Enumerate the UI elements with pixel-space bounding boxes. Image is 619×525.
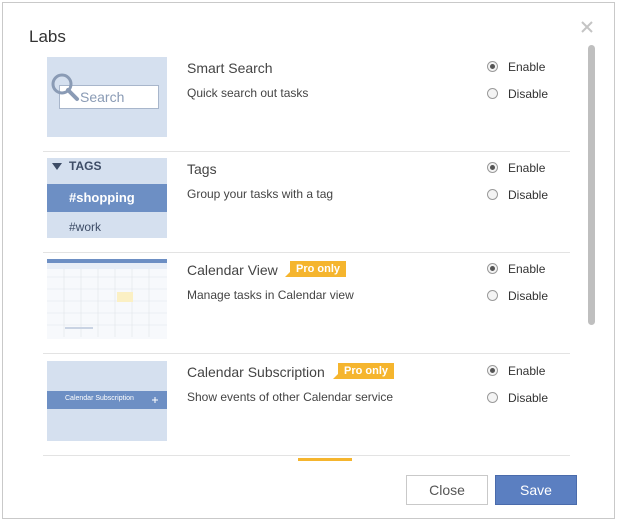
feature-row-smart-search: Search Smart Search Quick search out tas… <box>43 51 570 152</box>
thumb-tag-selected-label: #shopping <box>69 190 135 205</box>
feature-name: Calendar Subscription <box>187 364 325 380</box>
enable-label: Enable <box>508 161 546 175</box>
feature-description: Show events of other Calendar service <box>187 390 394 404</box>
feature-description: Manage tasks in Calendar view <box>187 288 354 302</box>
feature-description: Quick search out tasks <box>187 86 309 100</box>
calendar-view-thumbnail <box>47 259 167 339</box>
enable-label: Enable <box>508 60 546 74</box>
plus-icon <box>152 397 158 403</box>
pro-only-badge: Pro only <box>332 363 395 379</box>
disable-radio[interactable] <box>487 392 498 403</box>
disable-label: Disable <box>508 289 549 303</box>
feature-description: Group your tasks with a tag <box>187 187 334 201</box>
smart-search-thumbnail: Search <box>47 57 167 137</box>
disable-label: Disable <box>508 391 549 405</box>
dialog-title: Labs <box>29 27 66 46</box>
next-row-pro-badge-partial <box>298 458 352 461</box>
scrollbar[interactable] <box>587 45 596 463</box>
enable-radio[interactable] <box>487 365 498 376</box>
magnifier-icon <box>51 73 79 101</box>
thumb-tag-item: #work <box>69 220 102 234</box>
enable-radio[interactable] <box>487 162 498 173</box>
disable-label: Disable <box>508 87 549 101</box>
feature-name: Smart Search <box>187 60 273 76</box>
close-icon[interactable] <box>579 19 595 35</box>
enable-label: Enable <box>508 262 546 276</box>
enable-radio[interactable] <box>487 61 498 72</box>
disable-radio[interactable] <box>487 290 498 301</box>
thumb-subscription-label: Calendar Subscription <box>65 395 134 402</box>
thumb-tag-selected: #shopping <box>47 184 167 212</box>
thumb-subscription-bar: Calendar Subscription <box>47 391 167 409</box>
calendar-grid-icon <box>47 259 167 337</box>
feature-row-tags: TAGS #shopping #work Tags Group your tas… <box>43 152 570 253</box>
close-button[interactable]: Close <box>406 475 488 505</box>
scrollbar-thumb[interactable] <box>588 45 595 325</box>
disable-radio[interactable] <box>487 189 498 200</box>
thumb-search-placeholder: Search <box>80 89 125 105</box>
enable-radio[interactable] <box>487 263 498 274</box>
save-button[interactable]: Save <box>495 475 577 505</box>
disable-radio[interactable] <box>487 88 498 99</box>
enable-label: Enable <box>508 364 546 378</box>
feature-row-calendar-view: Calendar View Pro only Manage tasks in C… <box>43 253 570 354</box>
disable-label: Disable <box>508 188 549 202</box>
calendar-subscription-thumbnail: Calendar Subscription <box>47 361 167 441</box>
triangle-down-icon <box>52 163 62 170</box>
tags-thumbnail: TAGS #shopping #work <box>47 158 167 238</box>
feature-name: Tags <box>187 161 217 177</box>
pro-only-badge: Pro only <box>284 261 347 277</box>
labs-dialog: Labs Search Smart Search Quick search ou… <box>2 2 615 519</box>
features-list: Search Smart Search Quick search out tas… <box>43 51 570 461</box>
feature-name: Calendar View <box>187 262 278 278</box>
feature-row-calendar-subscription: Calendar Subscription Calendar Subscript… <box>43 355 570 456</box>
thumb-tags-header: TAGS <box>47 158 167 184</box>
thumb-tags-title: TAGS <box>69 159 102 173</box>
